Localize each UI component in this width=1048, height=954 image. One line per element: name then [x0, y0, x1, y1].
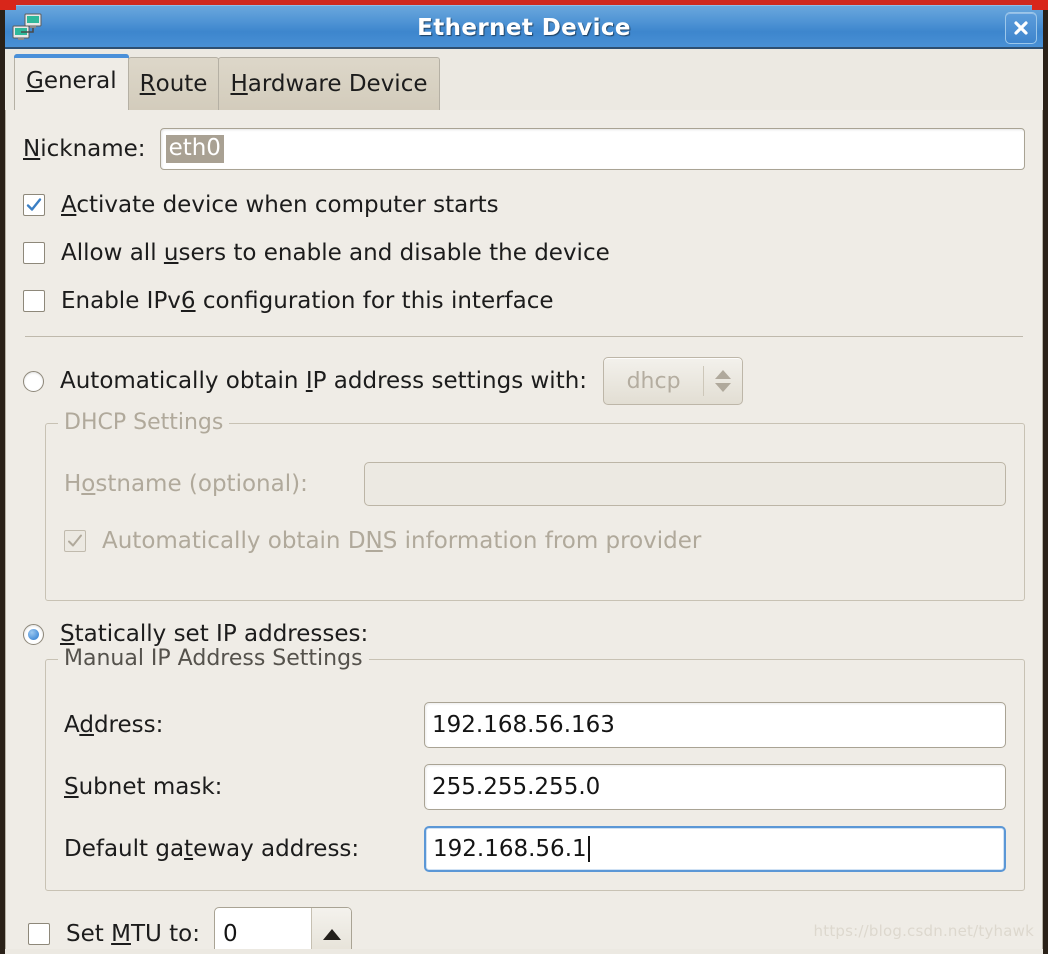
check-icon [68, 534, 82, 547]
tab-hardware-device[interactable]: Hardware Device [218, 57, 440, 110]
address-row: Address: 192.168.56.163 [64, 702, 1006, 748]
mtu-row: Set MTU to: 0 [28, 907, 352, 949]
window-frame-right [1043, 0, 1048, 954]
dhcp-protocol-value: dhcp [626, 368, 681, 394]
static-ip-label: Statically set IP addresses: [60, 621, 369, 647]
general-tab-panel: Nickname: eth0 Activate device when comp… [5, 110, 1043, 949]
auto-ip-label: Automatically obtain IP address settings… [60, 368, 588, 394]
auto-dns-row: Automatically obtain DNS information fro… [64, 528, 1006, 554]
allow-all-users-label: Allow all users to enable and disable th… [61, 240, 610, 266]
check-icon [26, 198, 42, 211]
subnet-mask-value: 255.255.255.0 [432, 774, 601, 800]
enable-ipv6-label: Enable IPv6 configuration for this inter… [61, 288, 554, 314]
mtu-spinner[interactable]: 0 [214, 907, 352, 949]
window-titlebar[interactable]: Ethernet Device [5, 5, 1043, 49]
dhcp-settings-group: DHCP Settings Hostname (optional): Autom… [45, 410, 1025, 601]
chevron-up-icon [715, 370, 732, 379]
tab-general-label: eneral [43, 68, 117, 94]
subnet-mask-input[interactable]: 255.255.255.0 [424, 764, 1006, 810]
address-label: Address: [64, 712, 164, 738]
section-divider [25, 336, 1023, 337]
tab-route-mnemonic: R [139, 71, 156, 97]
tab-general-mnemonic: G [26, 68, 44, 94]
activate-device-label: Activate device when computer starts [61, 192, 499, 218]
tab-hardware-label: ardware Device [247, 71, 428, 97]
subnet-mask-row: Subnet mask: 255.255.255.0 [64, 764, 1006, 810]
manual-ip-settings-title: Manual IP Address Settings [58, 646, 369, 671]
network-devices-icon [12, 12, 44, 44]
nickname-value: eth0 [165, 134, 224, 164]
dhcp-protocol-combo[interactable]: dhcp [603, 357, 744, 405]
set-mtu-label: Set MTU to: [66, 921, 200, 947]
chevron-up-icon [322, 928, 341, 940]
spinner-arrows-icon[interactable] [704, 370, 742, 392]
hostname-row: Hostname (optional): [64, 462, 1006, 506]
auto-dns-label: Automatically obtain DNS information fro… [102, 528, 702, 554]
radio-dot-icon [28, 628, 39, 640]
chevron-down-icon [715, 383, 732, 392]
tab-route[interactable]: Route [127, 57, 220, 110]
address-value: 192.168.56.163 [432, 712, 615, 738]
nickname-input[interactable]: eth0 [159, 128, 1025, 170]
activate-device-row: Activate device when computer starts [23, 192, 1025, 218]
static-ip-radio[interactable] [23, 623, 44, 645]
text-cursor [587, 836, 590, 862]
enable-ipv6-checkbox[interactable] [23, 290, 45, 312]
ethernet-device-window: Ethernet Device General Route Hardware D… [0, 0, 1048, 954]
default-gateway-value: 192.168.56.1 [433, 836, 587, 862]
auto-ip-radio[interactable] [23, 370, 44, 392]
default-gateway-row: Default gateway address: 192.168.56.1 [64, 826, 1006, 872]
set-mtu-checkbox[interactable] [28, 923, 50, 945]
activate-device-checkbox[interactable] [23, 194, 45, 216]
static-ip-row: Statically set IP addresses: [23, 621, 1025, 647]
tab-general[interactable]: General [14, 54, 129, 111]
mtu-spinner-up-button[interactable] [311, 908, 351, 949]
frame-corner-right [1032, 0, 1048, 10]
window-title: Ethernet Device [417, 14, 631, 41]
subnet-mask-label: Subnet mask: [64, 774, 223, 800]
allow-all-users-checkbox[interactable] [23, 242, 45, 264]
nickname-label: Nickname: [23, 136, 146, 162]
hostname-label: Hostname (optional): [64, 471, 308, 497]
manual-ip-settings-group: Manual IP Address Settings Address: 192.… [45, 646, 1025, 891]
allow-all-users-row: Allow all users to enable and disable th… [23, 240, 1025, 266]
nickname-row: Nickname: eth0 [23, 128, 1025, 170]
tab-strip: General Route Hardware Device [5, 49, 1043, 111]
auto-dns-checkbox [64, 530, 86, 552]
tab-hardware-mnemonic: H [230, 71, 248, 97]
default-gateway-label: Default gateway address: [64, 836, 360, 862]
tab-route-label: oute [155, 71, 208, 97]
hostname-input [364, 462, 1006, 506]
dhcp-settings-title: DHCP Settings [58, 410, 230, 435]
address-input[interactable]: 192.168.56.163 [424, 702, 1006, 748]
frame-corner-left [0, 0, 16, 10]
auto-ip-row: Automatically obtain IP address settings… [23, 357, 1025, 405]
close-icon[interactable] [1005, 12, 1037, 44]
enable-ipv6-row: Enable IPv6 configuration for this inter… [23, 288, 1025, 314]
default-gateway-input[interactable]: 192.168.56.1 [424, 826, 1006, 872]
mtu-value: 0 [223, 921, 238, 947]
